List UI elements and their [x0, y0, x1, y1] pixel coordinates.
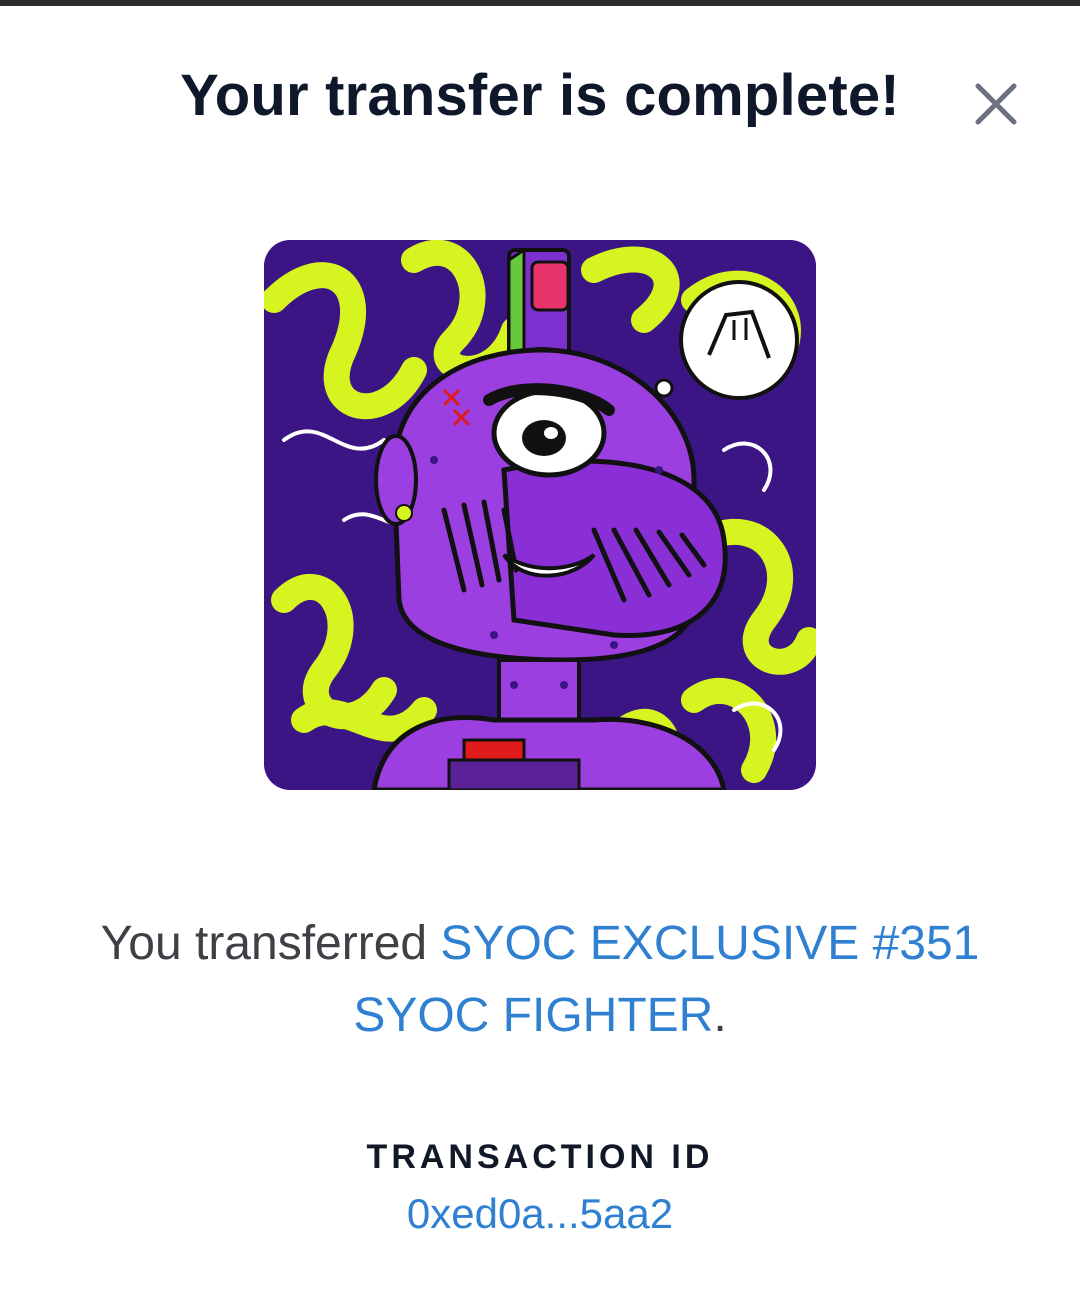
nft-image: [264, 240, 816, 790]
message-suffix: .: [713, 989, 727, 1042]
nft-item-link[interactable]: SYOC EXCLUSIVE #351: [440, 917, 979, 970]
close-icon: [975, 83, 1017, 125]
nft-artwork-icon: [264, 240, 816, 790]
close-button[interactable]: [970, 78, 1022, 130]
transaction-id-label: TRANSACTION ID: [366, 1138, 714, 1176]
message-prefix: You transferred: [100, 917, 441, 970]
modal-title: Your transfer is complete!: [180, 63, 900, 128]
collection-link[interactable]: SYOC FIGHTER: [353, 989, 713, 1042]
transfer-complete-modal: Your transfer is complete! You transferr…: [0, 0, 1080, 1290]
transaction-id-link[interactable]: 0xed0a...5aa2: [0, 1190, 1080, 1238]
top-border: [0, 0, 1080, 6]
transfer-message: You transferred SYOC EXCLUSIVE #351 SYOC …: [60, 908, 1020, 1052]
